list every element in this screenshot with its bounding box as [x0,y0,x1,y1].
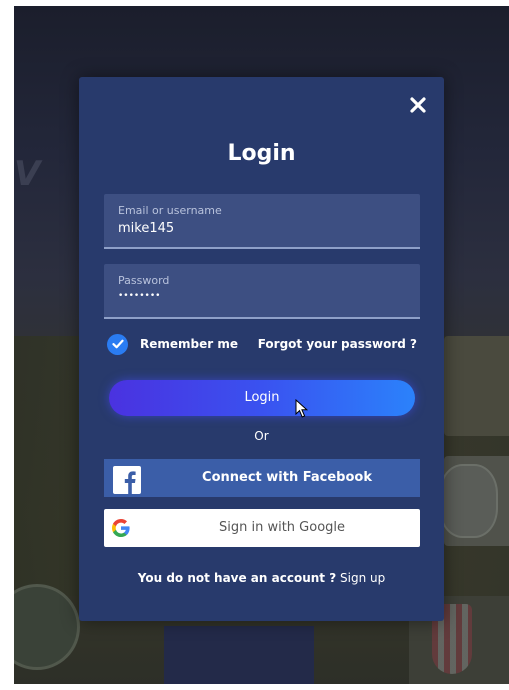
login-button[interactable]: Login [109,380,415,416]
login-modal: Login Email or username mike145 Password… [79,77,444,621]
background-card [444,336,509,436]
background-club-crest [14,584,80,670]
forgot-password-link[interactable]: Forgot your password ? [258,337,417,351]
email-field-label: Email or username [118,204,222,217]
remember-me-label[interactable]: Remember me [140,337,238,351]
facebook-login-button[interactable]: Connect with Facebook [104,459,420,497]
remember-me-row: Remember me [107,333,238,355]
email-field-value[interactable]: mike145 [118,221,420,236]
password-field-value[interactable]: •••••••• [118,291,420,301]
remember-me-checkbox[interactable] [107,333,128,355]
background-headline-fragment: V [14,154,41,194]
mouse-cursor-icon [295,399,309,418]
google-icon [112,519,130,537]
modal-title: Login [227,141,296,166]
password-field[interactable]: Password •••••••• [104,264,420,319]
google-button-label: Sign in with Google [218,520,346,535]
signup-prompt-text: You do not have an account ? [137,571,337,585]
close-button[interactable] [408,95,428,115]
background-club-crest [439,464,498,538]
email-field[interactable]: Email or username mike145 [104,194,420,249]
signup-prompt-row: You do not have an account ? Sign up [79,571,444,585]
signup-link[interactable]: Sign up [340,571,385,585]
login-page: V Login Email or username mike145 Passwo… [0,0,509,690]
or-divider-text: Or [254,429,269,443]
facebook-icon [113,466,141,494]
checkmark-icon [111,339,124,349]
background-tile [164,626,314,684]
password-field-label: Password [118,274,170,287]
close-icon [410,97,426,113]
facebook-button-label: Connect with Facebook [202,470,372,485]
google-login-button[interactable]: Sign in with Google [104,509,420,547]
